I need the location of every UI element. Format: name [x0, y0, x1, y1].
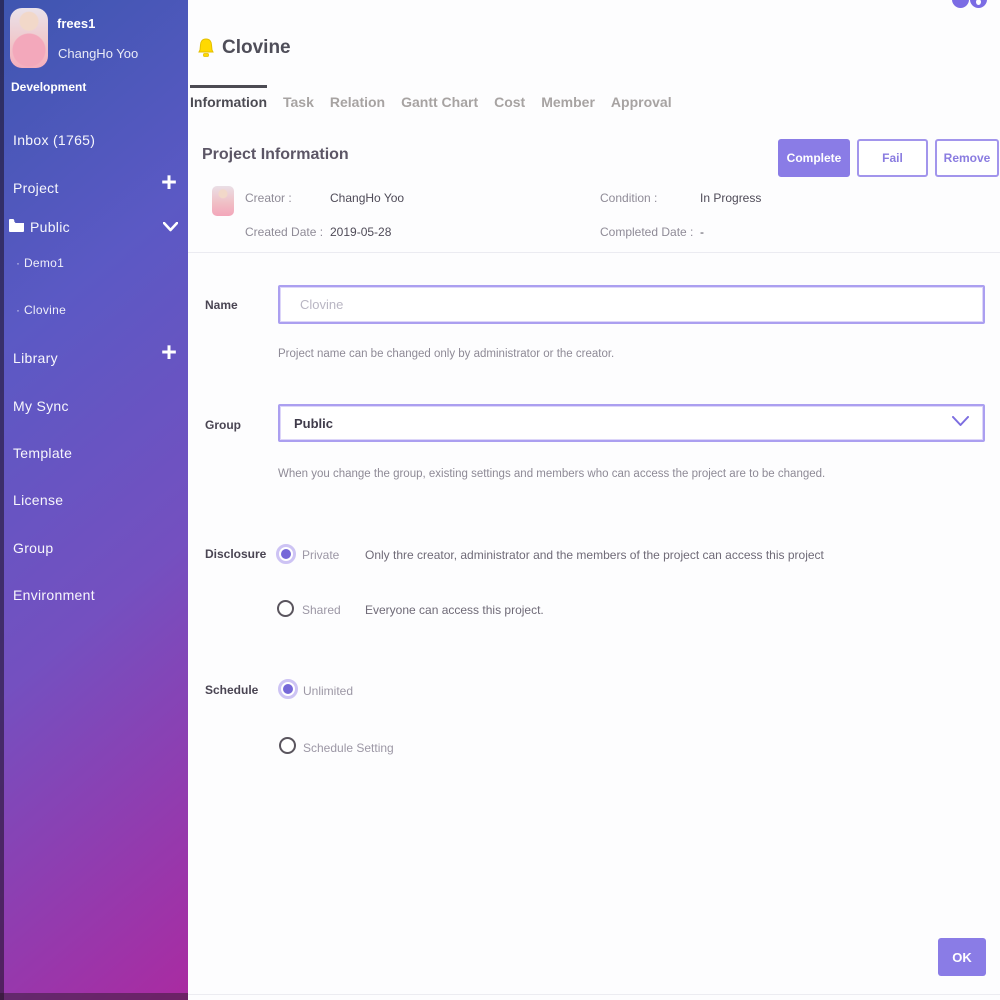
group-label: Group [205, 418, 241, 432]
creator-value: ChangHo Yoo [330, 191, 404, 205]
app-window: frees1 ChangHo Yoo Development Inbox (17… [0, 0, 1000, 1000]
sidebar-item-template[interactable]: Template [13, 445, 72, 461]
created-date-label: Created Date : [245, 225, 323, 239]
tab-information[interactable]: Information [190, 85, 267, 110]
bell-icon [198, 37, 214, 68]
group-help-text: When you change the group, existing sett… [278, 468, 825, 480]
shared-description: Everyone can access this project. [365, 603, 544, 617]
creator-avatar [212, 186, 234, 216]
plus-icon[interactable]: + [158, 342, 180, 362]
project-title: Clovine [222, 37, 291, 59]
sidebar-item-my-sync[interactable]: My Sync [13, 398, 69, 414]
radio-shared[interactable] [277, 600, 294, 617]
schedule-label: Schedule [205, 683, 258, 697]
disclosure-label: Disclosure [205, 547, 266, 561]
radio-unlimited[interactable] [278, 679, 298, 699]
circle-icon[interactable] [952, 0, 969, 8]
folder-icon [8, 218, 25, 237]
sidebar-item-public[interactable]: Public [30, 219, 70, 235]
help-icon[interactable] [970, 0, 987, 8]
user-team: Development [11, 80, 86, 94]
tab-approval[interactable]: Approval [611, 85, 672, 110]
radio-schedule-setting-label[interactable]: Schedule Setting [303, 741, 394, 755]
ok-button[interactable]: OK [938, 938, 986, 976]
sidebar-item-group[interactable]: Group [13, 540, 53, 556]
sidebar-item-license[interactable]: License [13, 492, 63, 508]
condition-label: Condition : [600, 191, 657, 205]
complete-button[interactable]: Complete [778, 139, 850, 177]
condition-value: In Progress [700, 191, 761, 205]
user-fullname: ChangHo Yoo [58, 46, 138, 61]
project-name-input[interactable] [278, 285, 985, 324]
sidebar-item-inbox[interactable]: Inbox (1765) [13, 132, 95, 148]
tab-cost[interactable]: Cost [494, 85, 525, 110]
remove-button[interactable]: Remove [935, 139, 999, 177]
completed-date-value: - [700, 225, 704, 239]
group-select[interactable]: Public [278, 404, 985, 442]
name-label: Name [205, 298, 238, 312]
username: frees1 [57, 16, 95, 31]
sidebar-item-project[interactable]: Project [13, 180, 59, 196]
tab-gantt-chart[interactable]: Gantt Chart [401, 85, 478, 110]
fail-button[interactable]: Fail [857, 139, 928, 177]
bottom-divider [188, 994, 1000, 995]
sidebar-item-clovine[interactable]: Clovine [16, 303, 66, 317]
tab-bar: Information Task Relation Gantt Chart Co… [190, 85, 672, 110]
sidebar-item-environment[interactable]: Environment [13, 587, 95, 603]
tab-relation[interactable]: Relation [330, 85, 385, 110]
sidebar-item-demo1[interactable]: Demo1 [16, 256, 64, 270]
created-date-value: 2019-05-28 [330, 225, 391, 239]
tab-member[interactable]: Member [541, 85, 595, 110]
radio-private-label[interactable]: Private [302, 548, 339, 562]
plus-icon[interactable]: + [158, 172, 180, 192]
sidebar-item-library[interactable]: Library [13, 350, 58, 366]
radio-private[interactable] [276, 544, 296, 564]
select-chevron-icon [952, 414, 969, 432]
creator-label: Creator : [245, 191, 292, 205]
page-title: Project Information [202, 146, 349, 164]
chevron-down-icon[interactable] [163, 219, 178, 237]
radio-shared-label[interactable]: Shared [302, 603, 341, 617]
tab-task[interactable]: Task [283, 85, 314, 110]
group-select-value: Public [294, 416, 952, 431]
completed-date-label: Completed Date : [600, 225, 693, 239]
avatar [10, 8, 48, 68]
radio-unlimited-label[interactable]: Unlimited [303, 684, 353, 698]
radio-schedule-setting[interactable] [279, 737, 296, 754]
name-help-text: Project name can be changed only by admi… [278, 348, 614, 360]
sidebar: frees1 ChangHo Yoo Development Inbox (17… [0, 0, 188, 1000]
divider [188, 252, 1000, 253]
private-description: Only thre creator, administrator and the… [365, 548, 824, 562]
